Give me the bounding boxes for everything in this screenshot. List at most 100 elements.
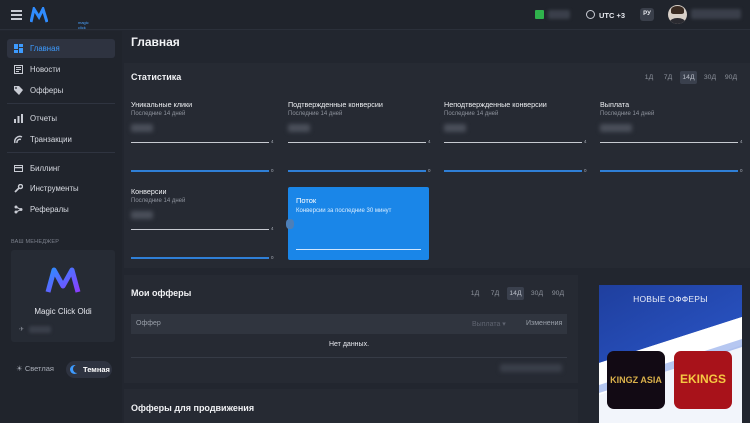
sidebar-item-billing[interactable]: Биллинг	[7, 159, 115, 178]
timezone-label[interactable]: UTC +3	[599, 11, 625, 20]
chart-line	[288, 170, 426, 172]
column-changes[interactable]: Изменения	[526, 320, 562, 327]
billing-icon	[14, 165, 23, 172]
period-7d[interactable]: 7Д	[660, 71, 676, 84]
stat-card-value	[131, 124, 153, 132]
stats-title: Статистика	[131, 72, 182, 82]
pagination[interactable]	[500, 364, 562, 372]
manager-card: Magic Click Oldi ✈	[11, 250, 115, 342]
logo[interactable]: magic click partners	[29, 4, 93, 35]
offer-logo-kingz-asia[interactable]: KINGZ ASIA	[607, 351, 665, 409]
flow-chart-line	[296, 249, 421, 250]
period-1d[interactable]: 1Д	[642, 71, 656, 84]
news-icon	[14, 65, 23, 74]
username[interactable]	[691, 9, 741, 19]
period-30d[interactable]: 30Д	[528, 287, 546, 300]
sort-icon: ▾	[500, 321, 506, 328]
menu-icon[interactable]	[11, 10, 22, 20]
period-7d[interactable]: 7Д	[487, 287, 503, 300]
chart-gridline	[131, 229, 269, 230]
stat-card-value	[444, 124, 466, 132]
chart-gridline	[444, 142, 582, 143]
my-offers-title: Мои офферы	[131, 288, 192, 298]
language-switch[interactable]: РУ	[640, 8, 654, 21]
sidebar-item-offers[interactable]: Офферы	[7, 81, 115, 100]
clock-icon	[586, 10, 595, 19]
offers-table-header: Оффер Выплата ▾ Изменения	[131, 314, 567, 334]
period-14d[interactable]: 14Д	[507, 287, 524, 300]
stat-card-subtitle: Последние 14 дней	[131, 111, 186, 117]
sidebar-divider	[7, 152, 115, 153]
chart-gridline	[288, 142, 426, 143]
manager-logo	[45, 267, 81, 293]
telegram-icon[interactable]: ✈	[19, 326, 24, 333]
bar-chart-icon	[14, 114, 23, 123]
chart-gridline	[131, 142, 269, 143]
sidebar-item-label: Отчеты	[30, 114, 57, 123]
theme-dark-label: Темная	[83, 365, 110, 374]
offer-logo-ekings[interactable]: EKINGS	[674, 351, 732, 409]
offer-name: KINGZ ASIA	[610, 375, 662, 385]
chart-tick: 0	[271, 168, 274, 173]
chart-tick: 0	[740, 168, 743, 173]
period-1d[interactable]: 1Д	[468, 287, 482, 300]
chart-tick: 4	[740, 139, 743, 144]
period-90d[interactable]: 90Д	[722, 71, 740, 84]
chart-tick: 4	[271, 139, 274, 144]
stat-card-subtitle: Последние 14 дней	[288, 111, 343, 117]
sidebar-item-label: Рефералы	[30, 205, 69, 214]
balance-value	[548, 10, 570, 19]
sidebar-item-label: Инструменты	[30, 184, 79, 193]
sidebar-item-referrals[interactable]: Рефералы	[7, 200, 115, 219]
sidebar-item-tools[interactable]: Инструменты	[7, 179, 115, 198]
sidebar-item-label: Транзакции	[30, 135, 72, 144]
column-payout-label: Выплата	[472, 321, 501, 328]
stat-card-subtitle: Последние 14 дней	[444, 111, 499, 117]
manager-contact[interactable]	[29, 326, 51, 333]
dashboard-icon	[14, 44, 23, 53]
sidebar-item-reports[interactable]: Отчеты	[7, 109, 115, 128]
sidebar-divider	[7, 103, 115, 104]
period-30d[interactable]: 30Д	[701, 71, 719, 84]
moon-icon	[70, 365, 81, 374]
flow-card: Поток Конверсии за последние 30 минут	[286, 187, 429, 260]
sidebar-item-home[interactable]: Главная	[7, 39, 115, 58]
stat-card-title: Подтвержденные конверсии	[288, 100, 383, 109]
chart-line	[131, 170, 269, 172]
sidebar-item-news[interactable]: Новости	[7, 60, 115, 79]
wallet-icon[interactable]	[535, 10, 544, 19]
transactions-icon	[14, 135, 23, 144]
stat-card-title: Выплата	[600, 100, 630, 109]
chart-tick: 0	[271, 255, 274, 260]
flow-title: Поток	[296, 196, 317, 205]
flow-indicator	[286, 219, 294, 229]
stat-card-value	[288, 124, 310, 132]
period-14d[interactable]: 14Д	[680, 71, 697, 84]
new-offers-banner[interactable]: НОВЫЕ ОФФЕРЫ KINGZ ASIA EKINGS	[599, 285, 742, 423]
empty-state: Нет данных.	[328, 341, 370, 348]
column-payout[interactable]: Выплата ▾	[472, 320, 506, 328]
chart-gridline	[600, 142, 738, 143]
flow-subtitle: Конверсии за последние 30 минут	[296, 208, 392, 214]
chart-tick: 4	[428, 139, 431, 144]
chart-tick: 0	[584, 168, 587, 173]
sidebar-item-label: Новости	[30, 65, 61, 74]
stats-panel	[124, 63, 750, 268]
theme-light-toggle[interactable]: ☀ Светлая	[16, 364, 54, 373]
chart-tick: 4	[271, 226, 274, 231]
stat-card-value	[131, 211, 153, 219]
sidebar-item-transactions[interactable]: Транзакции	[7, 130, 115, 149]
chart-line	[444, 170, 582, 172]
stat-card-subtitle: Последние 14 дней	[600, 111, 655, 117]
avatar[interactable]	[668, 5, 687, 24]
sidebar-item-label: Офферы	[30, 86, 64, 95]
column-offer[interactable]: Оффер	[136, 320, 161, 327]
page-title: Главная	[131, 35, 180, 49]
theme-dark-toggle[interactable]: Темная	[66, 361, 112, 378]
stat-card-title: Конверсии	[131, 187, 167, 196]
new-offers-title: НОВЫЕ ОФФЕРЫ	[633, 294, 708, 304]
stat-card-value	[600, 124, 632, 132]
period-90d[interactable]: 90Д	[549, 287, 567, 300]
referrals-icon	[14, 205, 23, 214]
tag-icon	[14, 86, 23, 95]
